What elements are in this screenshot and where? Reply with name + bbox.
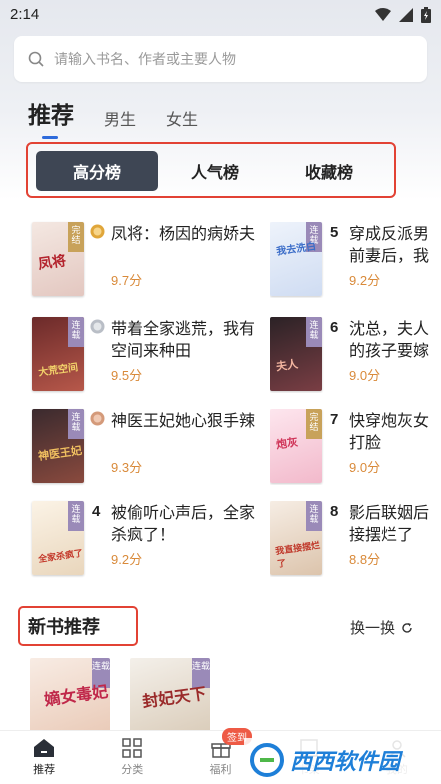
book-cover: 连载 大荒空间 <box>32 317 84 391</box>
status-tag: 连载 <box>68 501 84 531</box>
cover-title-art: 我去洗白 <box>275 241 317 258</box>
tab-popularity[interactable]: 人气榜 <box>158 151 272 191</box>
status-tag: 连载 <box>68 317 84 347</box>
rank-number: 5 <box>330 224 339 241</box>
silver-medal-icon <box>90 319 105 334</box>
cover-title-art: 凤将 <box>37 252 67 272</box>
book-cover: 连载 夫人 <box>270 317 322 391</box>
status-tag: 完结 <box>68 222 84 252</box>
nav-label: 分类 <box>121 764 144 776</box>
channel-tabs: 推荐 男生 女生 <box>28 96 228 139</box>
cover-title-art: 我直接摆烂了 <box>274 540 321 570</box>
tab-female[interactable]: 女生 <box>166 106 198 136</box>
cover-title-art: 夫人 <box>275 358 299 374</box>
book-cover: 连载 神医王妃 <box>32 409 84 483</box>
cover-title-art: 封妃天下 <box>141 685 208 712</box>
book-cover: 连载 全家杀疯了 <box>32 501 84 575</box>
book-score: 8.8分 <box>349 552 381 567</box>
book-title: 被偷听心声后，全家杀疯了！ <box>111 505 256 544</box>
ranking-book-item[interactable]: 连载 神医王妃 神医王妃她心狠手辣 9.3分 <box>32 409 255 485</box>
new-book-cover[interactable]: 连载 封妃天下 <box>130 658 210 738</box>
ranking-book-item[interactable]: 连载 全家杀疯了 4 被偷听心声后，全家杀疯了！ 9.2分 <box>32 501 255 577</box>
status-tag: 连载 <box>68 409 84 439</box>
tab-male[interactable]: 男生 <box>104 106 136 136</box>
cover-title-art: 神医王妃 <box>37 444 83 463</box>
nav-label: 福利 <box>209 764 232 776</box>
tab-recommend[interactable]: 推荐 <box>28 96 74 139</box>
tab-favorites[interactable]: 收藏榜 <box>272 151 386 191</box>
ranking-book-item[interactable]: 连载 夫人 6 沈总，夫人的孩子要嫁 9.0分 <box>270 317 441 393</box>
book-title: 神医王妃她心狠手辣 <box>111 413 256 430</box>
book-title: 带着全家逃荒，我有空间来种田 <box>111 321 256 360</box>
ranking-book-item[interactable]: 连载 我直接摆烂了 8 影后联姻后接摆烂了 8.8分 <box>270 501 441 577</box>
ranking-book-item[interactable]: 完结 炮灰 7 快穿炮灰女打脸 9.0分 <box>270 409 441 485</box>
status-tag: 完结 <box>306 409 322 439</box>
refresh-label: 换一换 <box>349 620 395 637</box>
book-score: 9.7分 <box>111 273 143 288</box>
rank-number: 6 <box>330 319 339 336</box>
bronze-medal-icon <box>90 411 105 426</box>
book-cover: 完结 炮灰 <box>270 409 322 483</box>
nav-category[interactable]: 分类 <box>88 731 176 784</box>
book-score: 9.0分 <box>349 368 381 383</box>
book-cover: 连载 我直接摆烂了 <box>270 501 322 575</box>
status-time: 2:14 <box>10 6 40 23</box>
book-title: 凤将：杨因的病娇夫 <box>111 226 256 243</box>
rank-number: 7 <box>330 411 339 428</box>
watermark-text: 西西软件园 <box>290 749 401 774</box>
wifi-icon <box>375 8 391 21</box>
ranking-book-item[interactable]: 连载 大荒空间 带着全家逃荒，我有空间来种田 9.5分 <box>32 317 255 393</box>
ranking-tabs-highlight: 高分榜 人气榜 收藏榜 <box>26 142 396 198</box>
tab-high-score[interactable]: 高分榜 <box>36 151 158 191</box>
book-score: 9.3分 <box>111 460 143 475</box>
new-book-cover[interactable]: 连载 嫡女毒妃 <box>30 658 110 738</box>
cover-title-art: 嫡女毒妃 <box>43 683 110 710</box>
refresh-button[interactable]: 换一换 <box>350 617 413 638</box>
new-books-section-highlight: 新书推荐 <box>18 606 138 646</box>
section-title: 新书推荐 <box>28 617 100 637</box>
home-icon <box>34 739 55 757</box>
book-cover: 完结 凤将 <box>32 222 84 296</box>
watermark-logo-icon <box>250 743 284 777</box>
book-title: 快穿炮灰女打脸 <box>349 413 430 452</box>
status-tag: 连载 <box>306 317 322 347</box>
category-grid-icon <box>122 738 143 758</box>
search-bar[interactable] <box>14 36 427 82</box>
nav-label: 推荐 <box>33 764 56 776</box>
gold-medal-icon <box>90 224 105 239</box>
watermark: 西西软件园 <box>244 738 440 782</box>
cover-title-art: 全家杀疯了 <box>37 547 84 565</box>
book-score: 9.5分 <box>111 368 143 383</box>
ranking-book-item[interactable]: 连载 我去洗白 5 穿成反派男前妻后，我 9.2分 <box>270 222 441 298</box>
rank-number: 4 <box>92 503 101 520</box>
search-icon <box>28 51 44 67</box>
battery-icon <box>421 7 431 23</box>
status-icons <box>375 7 431 23</box>
nav-recommend[interactable]: 推荐 <box>0 731 88 784</box>
book-score: 9.2分 <box>111 552 143 567</box>
search-input[interactable] <box>54 51 394 67</box>
book-title: 沈总，夫人的孩子要嫁 <box>349 321 430 360</box>
ranking-book-item[interactable]: 完结 凤将 凤将：杨因的病娇夫 9.7分 <box>32 222 255 298</box>
cover-title-art: 大荒空间 <box>37 362 79 379</box>
book-cover: 连载 我去洗白 <box>270 222 322 296</box>
status-bar: 2:14 <box>0 0 441 30</box>
cover-title-art: 炮灰 <box>275 436 299 452</box>
signal-icon <box>399 8 413 22</box>
book-score: 9.0分 <box>349 460 381 475</box>
refresh-icon <box>402 622 412 633</box>
status-tag: 连载 <box>306 501 322 531</box>
book-title: 影后联姻后接摆烂了 <box>349 505 430 544</box>
ranking-tabs: 高分榜 人气榜 收藏榜 <box>36 151 386 191</box>
rank-number: 8 <box>330 503 339 520</box>
book-score: 9.2分 <box>349 273 381 288</box>
book-title: 穿成反派男前妻后，我 <box>349 226 430 265</box>
